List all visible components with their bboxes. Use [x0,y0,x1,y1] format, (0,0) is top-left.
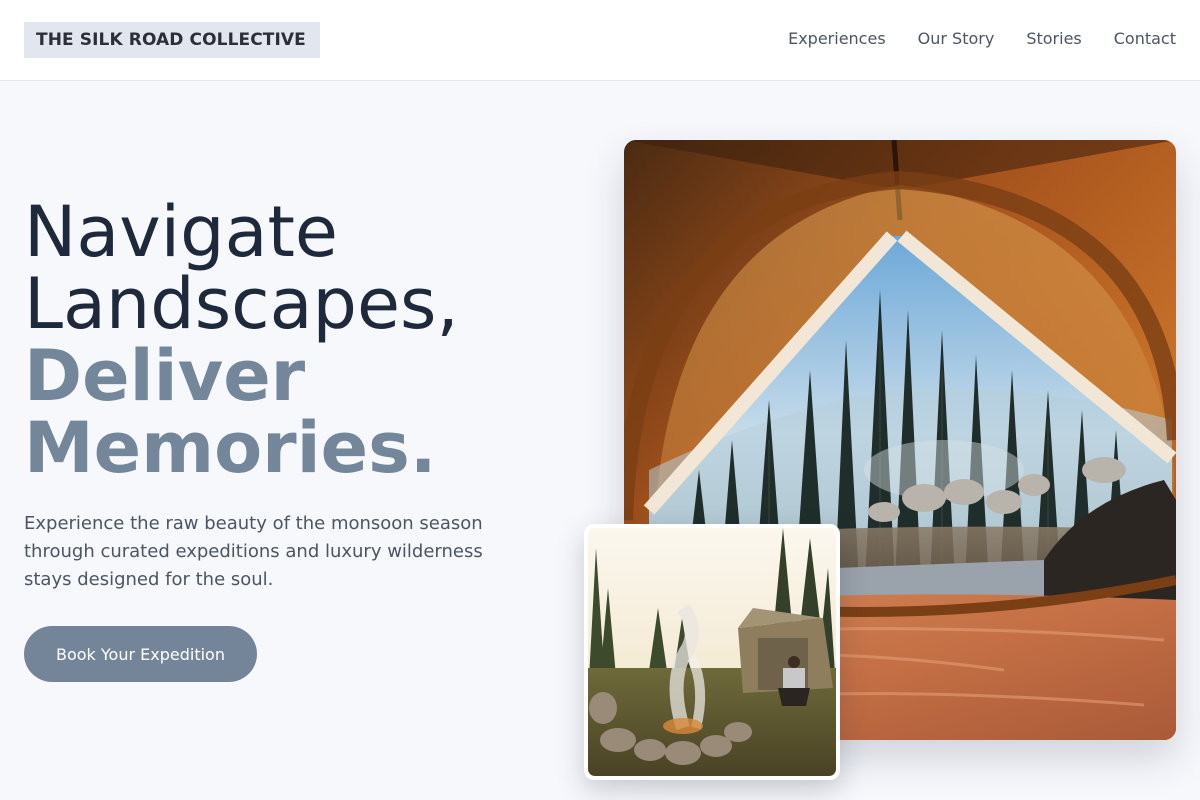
hero-headline: Navigate Landscapes, Deliver Memories. [24,196,459,484]
headline-line-4: Memories. [24,407,437,489]
nav-stories[interactable]: Stories [1026,29,1081,49]
hero-description: Experience the raw beauty of the monsoon… [24,513,483,590]
headline-line-3: Deliver [24,335,306,417]
campfire-photo-frame [588,528,836,776]
main-nav: Experiences Our Story Stories Contact [788,29,1176,49]
nav-contact[interactable]: Contact [1114,29,1176,49]
nav-our-story[interactable]: Our Story [918,29,995,49]
book-expedition-button[interactable]: Book Your Expedition [24,626,257,682]
campfire-photo [584,524,840,780]
headline-line-2: Landscapes, [24,263,459,345]
site-header: THE SILK ROAD COLLECTIVE Experiences Our… [0,0,1200,81]
brand-logo[interactable]: THE SILK ROAD COLLECTIVE [24,22,320,58]
headline-line-1: Navigate [24,191,338,273]
nav-experiences[interactable]: Experiences [788,29,886,49]
